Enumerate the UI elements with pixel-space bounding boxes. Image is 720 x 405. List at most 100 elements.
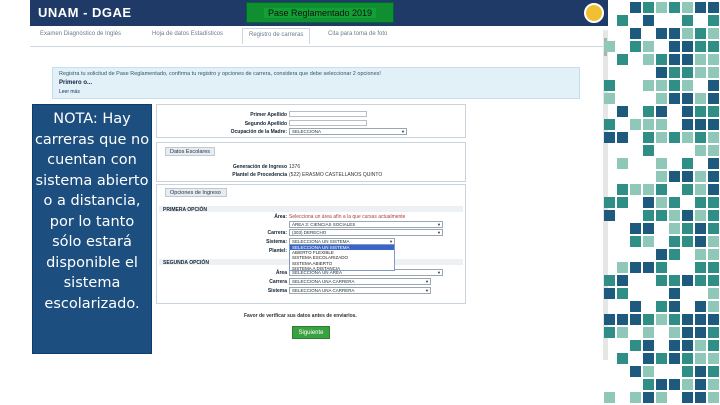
mosaic-tile (669, 80, 680, 91)
mosaic-tile (656, 249, 667, 260)
mosaic-tile (656, 158, 667, 169)
mosaic-tile (643, 353, 654, 364)
nota-line: o a distancia, (43, 193, 141, 209)
mosaic-tile (617, 275, 628, 286)
mosaic-tile (669, 210, 680, 221)
mosaic-tile (630, 366, 641, 377)
mosaic-tile (630, 223, 641, 234)
mosaic-tile (682, 392, 693, 403)
mosaic-tile (604, 119, 615, 130)
mosaic-tile (708, 275, 719, 286)
nota-line: sistema (63, 275, 121, 291)
mosaic-tile (669, 2, 680, 13)
nota-line: disponible el (46, 254, 138, 271)
mosaic-tile (708, 249, 719, 260)
mosaic-tile (669, 28, 680, 39)
mosaic-tile (695, 67, 706, 78)
mosaic-tile (656, 314, 667, 325)
mosaic-tile (643, 15, 654, 26)
mosaic-tile (604, 93, 615, 104)
mosaic-tile (656, 301, 667, 312)
mosaic-tile (630, 2, 641, 13)
mosaic-tile (682, 119, 693, 130)
mosaic-tile (708, 132, 719, 143)
mosaic-tile (669, 132, 680, 143)
period-badge-label: Pase Reglamentado 2019 (263, 7, 377, 18)
mosaic-tile (643, 80, 654, 91)
registration-form: Primer Apellido Segundo Apellido Ocupaci… (156, 104, 466, 356)
mosaic-tile (630, 340, 641, 351)
primera-area-select[interactable]: ÁREA 3: CIENCIAS SOCIALES ▼ (289, 221, 443, 228)
mosaic-tile (643, 340, 654, 351)
mosaic-tile (695, 353, 706, 364)
ocupacion-madre-select[interactable]: SELECCIONA ▼ (289, 128, 407, 135)
mosaic-tile (682, 184, 693, 195)
mosaic-tile (695, 301, 706, 312)
mosaic-tile (643, 210, 654, 221)
mosaic-tile (682, 28, 693, 39)
info-alert: Registra tu solicitud de Pase Reglamenta… (52, 67, 580, 99)
mosaic-tile (643, 197, 654, 208)
primer-apellido-input[interactable] (289, 111, 367, 117)
mosaic-tile (682, 171, 693, 182)
mosaic-tile (695, 366, 706, 377)
mosaic-tile (708, 197, 719, 208)
mosaic-tile (669, 314, 680, 325)
segunda-sistema-select[interactable]: SELECCIONA UNA CARRERA ▼ (289, 287, 431, 294)
mosaic-tile (682, 80, 693, 91)
segundo-apellido-input[interactable] (289, 120, 367, 126)
siguiente-button[interactable]: Siguiente (292, 326, 330, 339)
mosaic-tile (630, 262, 641, 273)
nota-callout: NOTA: Hay carreras que no cuentan con si… (32, 104, 152, 354)
mosaic-tile (604, 210, 615, 221)
tab-hoja-datos[interactable]: Hoja de datos Estadísticos (152, 31, 223, 37)
app-title: UNAM - DGAE (38, 5, 132, 20)
mosaic-tile (604, 275, 615, 286)
datos-escolares-panel: Datos Escolares Generación de Ingreso 13… (156, 142, 466, 182)
tab-examen-diagnostico[interactable]: Examen Diagnóstico de Inglés (40, 31, 121, 37)
mosaic-tile (695, 145, 706, 156)
period-badge: Pase Reglamentado 2019 (246, 2, 394, 23)
mosaic-tile (630, 236, 641, 247)
mosaic-tile (695, 262, 706, 273)
mosaic-tile (669, 301, 680, 312)
mosaic-tile (630, 392, 641, 403)
mosaic-tile (643, 2, 654, 13)
segunda-sistema-value: SELECCIONA UNA CARRERA (292, 288, 355, 293)
plantel-procedencia-label: Plantel de Procedencia (232, 172, 287, 178)
mosaic-tile (643, 223, 654, 234)
mosaic-tile (708, 171, 719, 182)
mosaic-tile (708, 119, 719, 130)
mosaic-tile (656, 171, 667, 182)
tab-cita-foto[interactable]: Cita para toma de foto (328, 31, 387, 37)
mosaic-tile (708, 28, 719, 39)
mosaic-tile (669, 223, 680, 234)
primera-carrera-value: (303) DERECHO (292, 230, 327, 235)
dropdown-option[interactable]: SISTEMA A DISTANCIA (290, 266, 394, 271)
mosaic-tile (617, 288, 628, 299)
info-read-more-link[interactable]: Leer más (59, 89, 80, 95)
mosaic-tile (617, 106, 628, 117)
mosaic-tile (695, 132, 706, 143)
segunda-opcion-title: SEGUNDA OPCIÓN (163, 260, 209, 266)
mosaic-tile (669, 379, 680, 390)
plantel-label: Plantel: (268, 248, 287, 254)
mosaic-tile (656, 197, 667, 208)
mosaic-tile (695, 28, 706, 39)
primera-opcion-title: PRIMERA OPCIÓN (163, 207, 207, 213)
mosaic-tile (682, 158, 693, 169)
mosaic-tile (643, 366, 654, 377)
mosaic-tile (643, 132, 654, 143)
tab-registro-carreras[interactable]: Registro de carreras (242, 28, 311, 44)
sistema-dropdown-list[interactable]: SELECCIONA UN SISTEMA ABIERTO FLEXIBLE S… (289, 244, 395, 271)
primera-carrera-select[interactable]: (303) DERECHO ▼ (289, 229, 443, 236)
mosaic-tile (643, 41, 654, 52)
segunda-carrera-select[interactable]: SELECCIONA UNA CARRERA ▼ (289, 278, 431, 285)
chevron-down-icon: ▼ (425, 279, 429, 284)
mosaic-tile (617, 158, 628, 169)
nota-line: carreras que no (34, 131, 150, 148)
mosaic-tile (656, 80, 667, 91)
mosaic-tile (656, 379, 667, 390)
mosaic-tile (643, 379, 654, 390)
mosaic-tile (682, 132, 693, 143)
